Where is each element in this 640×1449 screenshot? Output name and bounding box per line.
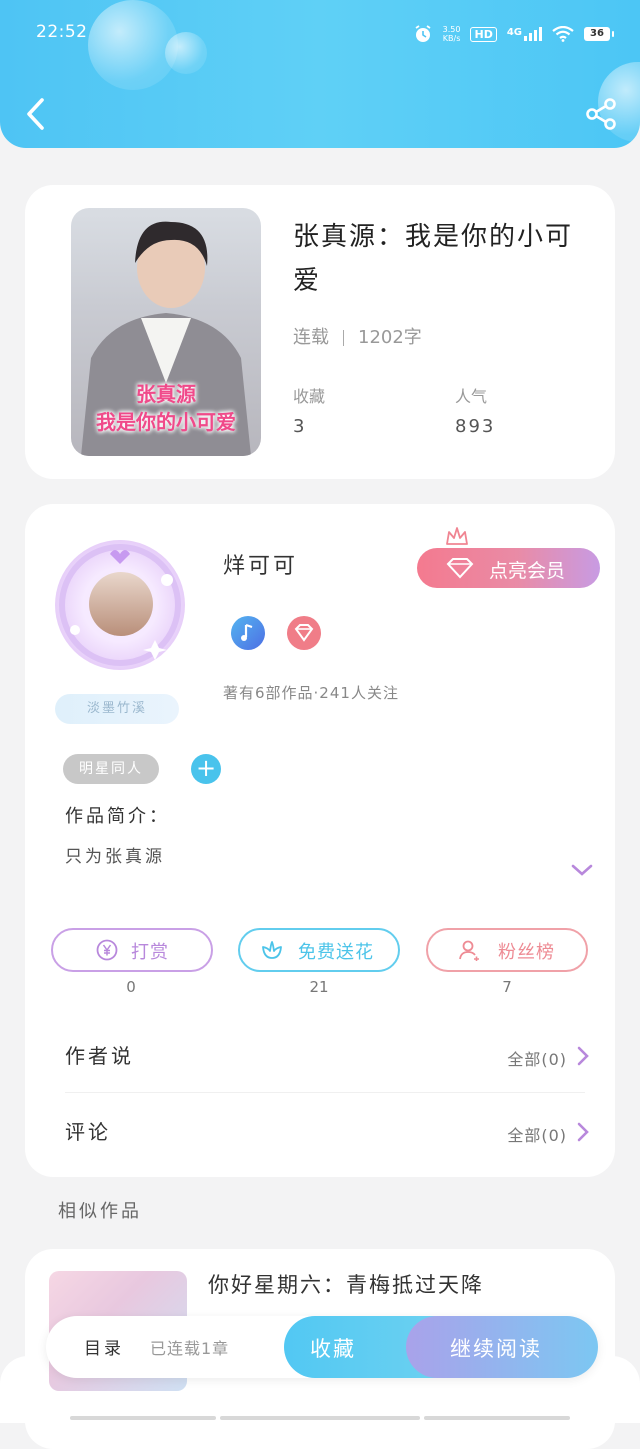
similar-work-title: 你好星期六：青梅抵过天降 [208, 1273, 484, 1297]
music-badge-icon[interactable] [231, 616, 265, 650]
comments-all-link[interactable]: 全部(0) [507, 1122, 567, 1146]
add-tag-button[interactable]: + [191, 754, 221, 784]
cover-line-2: 我是你的小可爱 [96, 410, 236, 434]
decor-bubble [165, 32, 207, 74]
nav-gesture-bar [70, 1416, 216, 1420]
status-time: 22:52 [36, 22, 88, 42]
signal-icon: 4G [507, 27, 542, 41]
avatar-photo [89, 572, 153, 636]
author-works-info: 著有6部作品·241人关注 [223, 684, 399, 702]
music-note-icon [241, 623, 253, 641]
author-avatar[interactable] [55, 540, 185, 670]
fan-ranking-button[interactable]: 粉丝榜 [426, 928, 588, 972]
speed-unit: KB/s [442, 34, 461, 43]
cover-line-1: 张真源 [136, 382, 196, 406]
author-says-all-link[interactable]: 全部(0) [507, 1046, 567, 1070]
hd-indicator: HD [470, 26, 497, 42]
tip-button[interactable]: 打赏 [51, 928, 213, 972]
nav-gesture-bar [220, 1416, 420, 1420]
battery-icon: 36 [584, 27, 614, 41]
author-says-row[interactable]: 作者说 全部(0) [25, 1026, 615, 1086]
book-title: 张真源：我是你的小可爱 [293, 222, 574, 296]
popularity-label: 人气 [455, 387, 488, 406]
favorites-label: 收藏 [293, 387, 326, 406]
coin-yen-icon [96, 939, 118, 961]
bottom-action-bar: 目录 已连载1章 收藏 继续阅读 [46, 1316, 598, 1378]
author-card: 淡墨竹溪 烊可可 点亮会员 著有6部作品·241人关注 明星同人 + 作品简介：… [25, 504, 615, 1177]
intro-title: 作品简介： [65, 806, 170, 827]
tip-label: 打赏 [131, 942, 169, 963]
book-status: 连载 [293, 327, 329, 348]
serial-status: 已连载1章 [150, 1339, 230, 1358]
nav-gesture-bar [424, 1416, 570, 1420]
free-flower-button[interactable]: 免费送花 [238, 928, 400, 972]
share-icon[interactable] [584, 97, 618, 131]
chevron-right-icon [577, 1046, 589, 1066]
expand-chevron-down-icon[interactable] [570, 860, 594, 880]
chevron-right-icon [577, 1122, 589, 1142]
vip-button-label: 点亮会员 [489, 560, 566, 582]
favorite-label: 收藏 [310, 1337, 356, 1361]
tip-count: 0 [126, 978, 136, 996]
intro-text: 只为张真源 [65, 847, 165, 867]
comments-row[interactable]: 评论 全部(0) [25, 1102, 615, 1162]
fan-ranking-label: 粉丝榜 [498, 942, 555, 963]
author-says-label: 作者说 [65, 1044, 134, 1068]
alarm-icon [415, 25, 431, 42]
network-type: 4G [506, 27, 522, 38]
free-flower-label: 免费送花 [298, 942, 374, 963]
speed-value: 3.50 [442, 25, 461, 34]
diamond-icon [446, 558, 474, 579]
continue-reading-label: 继续阅读 [450, 1337, 542, 1361]
flower-count: 21 [309, 978, 329, 996]
meta-divider [343, 330, 344, 346]
decor-bubble [88, 0, 178, 90]
activate-vip-button[interactable]: 点亮会员 [417, 527, 600, 588]
book-meta: 连载 1202字 [293, 323, 422, 349]
category-tag[interactable]: 明星同人 [63, 754, 159, 784]
diamond-badge-icon[interactable] [287, 616, 321, 650]
row-divider [65, 1092, 585, 1093]
flower-icon [262, 941, 282, 959]
avatar-badge: 淡墨竹溪 [55, 694, 179, 724]
book-info-card: 张真源 我是你的小可爱 张真源：我是你的小可爱 连载 1202字 收藏 3 人气 … [25, 185, 615, 479]
book-cover[interactable]: 张真源 我是你的小可爱 [71, 208, 261, 456]
fan-count: 7 [502, 978, 512, 996]
comments-label: 评论 [65, 1120, 111, 1144]
author-name[interactable]: 烊可可 [223, 548, 298, 580]
network-speed: 3.50 KB/s [443, 25, 461, 43]
app-header: 22:52 3.50 KB/s HD 4G 36 [0, 0, 640, 148]
crown-icon [446, 527, 468, 545]
gem-icon [294, 624, 314, 642]
status-icons: 3.50 KB/s HD 4G 36 [413, 20, 614, 48]
user-icon [459, 940, 479, 961]
continue-reading-button[interactable]: 继续阅读 [406, 1316, 598, 1378]
book-word-count: 1202字 [358, 327, 422, 348]
favorites-value: 3 [293, 416, 307, 437]
cover-text: 张真源 我是你的小可爱 [71, 380, 261, 436]
similar-works-title: 相似作品 [58, 1201, 142, 1222]
popularity-value: 893 [455, 416, 496, 437]
wifi-icon [552, 26, 574, 42]
table-of-contents-button[interactable]: 目录 [84, 1334, 124, 1359]
back-chevron-icon[interactable] [22, 96, 50, 132]
